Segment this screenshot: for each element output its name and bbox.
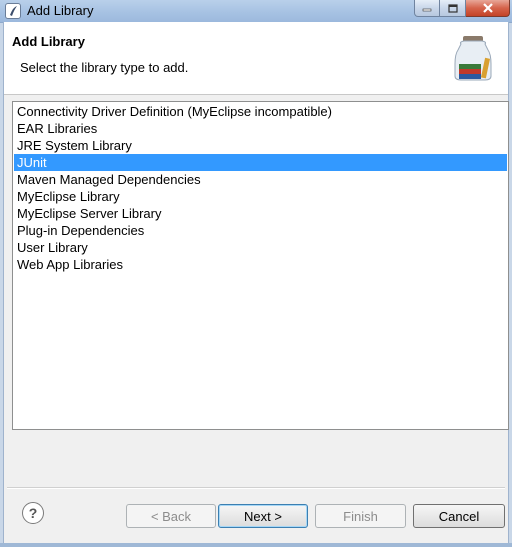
wizard-header: Add Library Select the library type to a… (4, 22, 508, 95)
list-item[interactable]: Maven Managed Dependencies (14, 171, 507, 188)
minimize-button[interactable] (414, 0, 440, 17)
help-button[interactable]: ? (22, 502, 44, 524)
close-icon (482, 3, 493, 13)
add-library-dialog: Add Library Select the library type to a… (3, 22, 509, 543)
list-item[interactable]: JRE System Library (14, 137, 507, 154)
maximize-icon (447, 3, 458, 13)
back-button[interactable]: < Back (126, 504, 216, 528)
window-title: Add Library (27, 3, 94, 18)
library-type-list[interactable]: Connectivity Driver Definition (MyEclips… (12, 101, 509, 430)
list-item[interactable]: Connectivity Driver Definition (MyEclips… (14, 103, 507, 120)
list-item[interactable]: MyEclipse Library (14, 188, 507, 205)
list-item[interactable]: Plug-in Dependencies (14, 222, 507, 239)
window-controls (414, 0, 510, 18)
help-icon: ? (28, 505, 38, 521)
list-item[interactable]: User Library (14, 239, 507, 256)
footer-separator (7, 487, 505, 489)
list-item[interactable]: EAR Libraries (14, 120, 507, 137)
page-title: Add Library (12, 34, 85, 49)
close-button[interactable] (466, 0, 510, 17)
eclipse-app-icon (5, 3, 21, 19)
cancel-button[interactable]: Cancel (413, 504, 505, 528)
finish-button[interactable]: Finish (315, 504, 406, 528)
maximize-button[interactable] (440, 0, 466, 17)
minimize-icon (422, 8, 432, 12)
next-button[interactable]: Next > (218, 504, 308, 528)
page-description: Select the library type to add. (20, 60, 189, 75)
list-item[interactable]: MyEclipse Server Library (14, 205, 507, 222)
window-bottom-border (0, 543, 512, 547)
list-item-selected[interactable]: JUnit (14, 154, 507, 171)
title-bar[interactable]: Add Library (0, 0, 512, 23)
library-jar-icon (454, 36, 492, 81)
list-item[interactable]: Web App Libraries (14, 256, 507, 273)
